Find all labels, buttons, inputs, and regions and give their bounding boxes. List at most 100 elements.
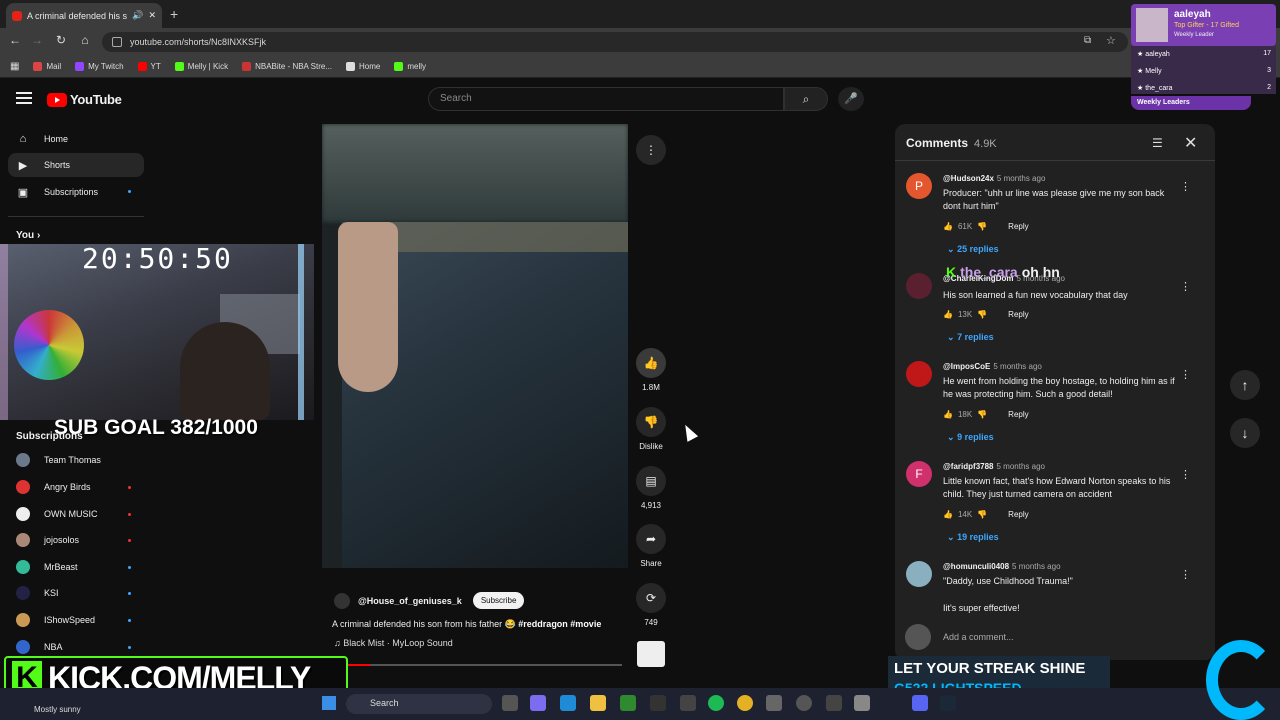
reply-button[interactable]: Reply [1008, 310, 1028, 319]
sidebar-sub-own-music[interactable]: OWN MUSIC [16, 503, 146, 525]
new-tab-button[interactable]: + [170, 6, 178, 22]
bookmark-yt[interactable]: YT [137, 62, 161, 71]
bookmark-my-twitch[interactable]: My Twitch [75, 62, 124, 71]
app-icon[interactable] [826, 695, 842, 711]
avatar[interactable]: P [906, 173, 932, 199]
thumbs-down-icon[interactable]: 👎 [977, 410, 987, 419]
channel-name[interactable]: @House_of_geniuses_k [358, 596, 462, 606]
thumbs-down-icon[interactable]: 👎 [977, 310, 987, 319]
bookmark-melly-kick[interactable]: Melly | Kick [174, 62, 228, 71]
sidebar-item-shorts[interactable]: ▶ Shorts [8, 153, 144, 177]
sidebar-item-subscriptions[interactable]: ▣ Subscriptions [8, 180, 144, 204]
tab-close-button[interactable]: ✕ [148, 10, 156, 21]
sidebar-sub-mrbeast[interactable]: MrBeast [16, 556, 146, 578]
thumbs-up-icon[interactable]: 👍 [943, 510, 953, 519]
thumbs-down-icon[interactable]: 👎 [977, 510, 987, 519]
short-video-player[interactable] [322, 124, 628, 568]
view-replies-button[interactable]: ⌄ 25 replies [947, 244, 999, 255]
apps-grid-icon[interactable]: ▦ [10, 61, 19, 72]
comment-author[interactable]: @ImposCoE 5 months ago [943, 362, 1042, 371]
previous-short-button[interactable]: ↑ [1230, 370, 1260, 400]
sidebar-item-home[interactable]: ⌂ Home [8, 127, 144, 151]
avatar[interactable] [906, 361, 932, 387]
comment-menu-icon[interactable]: ⋮ [1180, 568, 1191, 581]
chrome-icon[interactable] [737, 695, 753, 711]
bookmark-star-icon[interactable]: ☆ [1106, 34, 1116, 47]
thumbs-up-icon[interactable]: 👍 [943, 310, 953, 319]
sidebar-sub-angry-birds[interactable]: Angry Birds [16, 476, 146, 498]
reply-button[interactable]: Reply [1008, 222, 1028, 231]
avatar[interactable] [906, 273, 932, 299]
folder-icon[interactable] [590, 695, 606, 711]
comment-author[interactable]: @Hudson24x 5 months ago [943, 174, 1045, 183]
sidebar-sub-jojosolos[interactable]: jojosolos [16, 529, 146, 551]
obs-icon[interactable] [650, 695, 666, 711]
sound-thumbnail[interactable] [637, 641, 665, 667]
next-short-button[interactable]: ↓ [1230, 418, 1260, 448]
browser-tab[interactable]: A criminal defended his son 🔊 ✕ [6, 3, 162, 28]
more-options-icon[interactable]: ⋮ [636, 135, 666, 165]
comment-author[interactable]: @homunculi0408 5 months ago [943, 562, 1061, 571]
windows-start-icon[interactable] [322, 696, 336, 710]
taskbar-search[interactable]: Search [346, 694, 492, 714]
bookmark-nbabite[interactable]: NBABite - NBA Stre... [242, 62, 332, 71]
site-info-icon[interactable] [112, 37, 122, 47]
comments-button[interactable]: ▤ 4,913 [636, 466, 666, 510]
weather-widget[interactable]: Mostly sunny [34, 705, 81, 714]
bookmark-mail[interactable]: Mail [33, 62, 61, 71]
thumbs-up-icon[interactable]: 👍 [943, 222, 953, 231]
subscribe-button[interactable]: Subscribe [472, 592, 525, 609]
thumbs-up-icon[interactable]: 👍 [943, 410, 953, 419]
edge-icon[interactable] [560, 695, 576, 711]
youtube-logo[interactable]: YouTube [47, 92, 122, 107]
back-icon[interactable]: ← [6, 33, 24, 47]
copilot-icon[interactable] [530, 695, 546, 711]
sidebar-sub-nba[interactable]: NBA [16, 636, 146, 658]
remix-button[interactable]: ⟳ 749 [636, 583, 666, 627]
search-button[interactable]: ⌕ [784, 87, 828, 111]
view-replies-button[interactable]: ⌄ 7 replies [947, 332, 994, 343]
dislike-button[interactable]: 👎 Dislike [636, 407, 666, 451]
menu-icon[interactable] [16, 92, 32, 104]
media-icon[interactable] [796, 695, 812, 711]
thumbs-down-icon[interactable]: 👎 [977, 222, 987, 231]
install-app-icon[interactable]: ⧉ [1084, 35, 1091, 46]
hashtags[interactable]: #reddragon #movie [518, 619, 601, 629]
view-replies-button[interactable]: ⌄ 9 replies [947, 432, 994, 443]
sidebar-you-heading[interactable]: You › [16, 230, 40, 241]
bookmark-home[interactable]: Home [346, 62, 380, 71]
xbox-icon[interactable] [620, 695, 636, 711]
sidebar-sub-ishowspeed[interactable]: IShowSpeed [16, 609, 146, 631]
sound-link[interactable]: ♫ Black Mist · MyLoop Sound [334, 638, 453, 648]
view-replies-button[interactable]: ⌄ 19 replies [947, 532, 999, 543]
comment-author[interactable]: @faridpf3788 5 months ago [943, 462, 1045, 471]
voice-search-icon[interactable]: 🎤 [838, 87, 864, 111]
steam-icon[interactable] [940, 695, 956, 711]
bookmark-melly[interactable]: melly [394, 62, 426, 71]
spotify-icon[interactable] [708, 695, 724, 711]
avatar[interactable] [906, 561, 932, 587]
comment-menu-icon[interactable]: ⋮ [1180, 180, 1191, 193]
app-icon[interactable] [766, 695, 782, 711]
add-comment-input[interactable]: Add a comment... [943, 632, 1014, 642]
sidebar-sub-ksi[interactable]: KSI [16, 582, 146, 604]
reload-icon[interactable]: ↻ [52, 33, 70, 47]
share-button[interactable]: ➦ Share [636, 524, 666, 568]
discord-icon[interactable] [912, 695, 928, 711]
forward-icon[interactable]: → [28, 33, 46, 47]
comment-menu-icon[interactable]: ⋮ [1180, 468, 1191, 481]
comment-menu-icon[interactable]: ⋮ [1180, 368, 1191, 381]
video-progress-bar[interactable] [336, 664, 622, 666]
sidebar-sub-team-thomas[interactable]: Team Thomas [16, 449, 146, 471]
channel-avatar[interactable] [334, 592, 350, 609]
search-input[interactable]: Search [428, 87, 784, 111]
sort-icon[interactable]: ☰ [1152, 136, 1163, 150]
app-icon[interactable] [854, 695, 870, 711]
task-view-icon[interactable] [502, 695, 518, 711]
reply-button[interactable]: Reply [1008, 510, 1028, 519]
reply-button[interactable]: Reply [1008, 410, 1028, 419]
app-icon[interactable] [680, 695, 696, 711]
url-field[interactable]: youtube.com/shorts/Nc8INXKSFjk [102, 32, 1128, 52]
avatar[interactable]: F [906, 461, 932, 487]
home-icon[interactable]: ⌂ [76, 33, 94, 47]
